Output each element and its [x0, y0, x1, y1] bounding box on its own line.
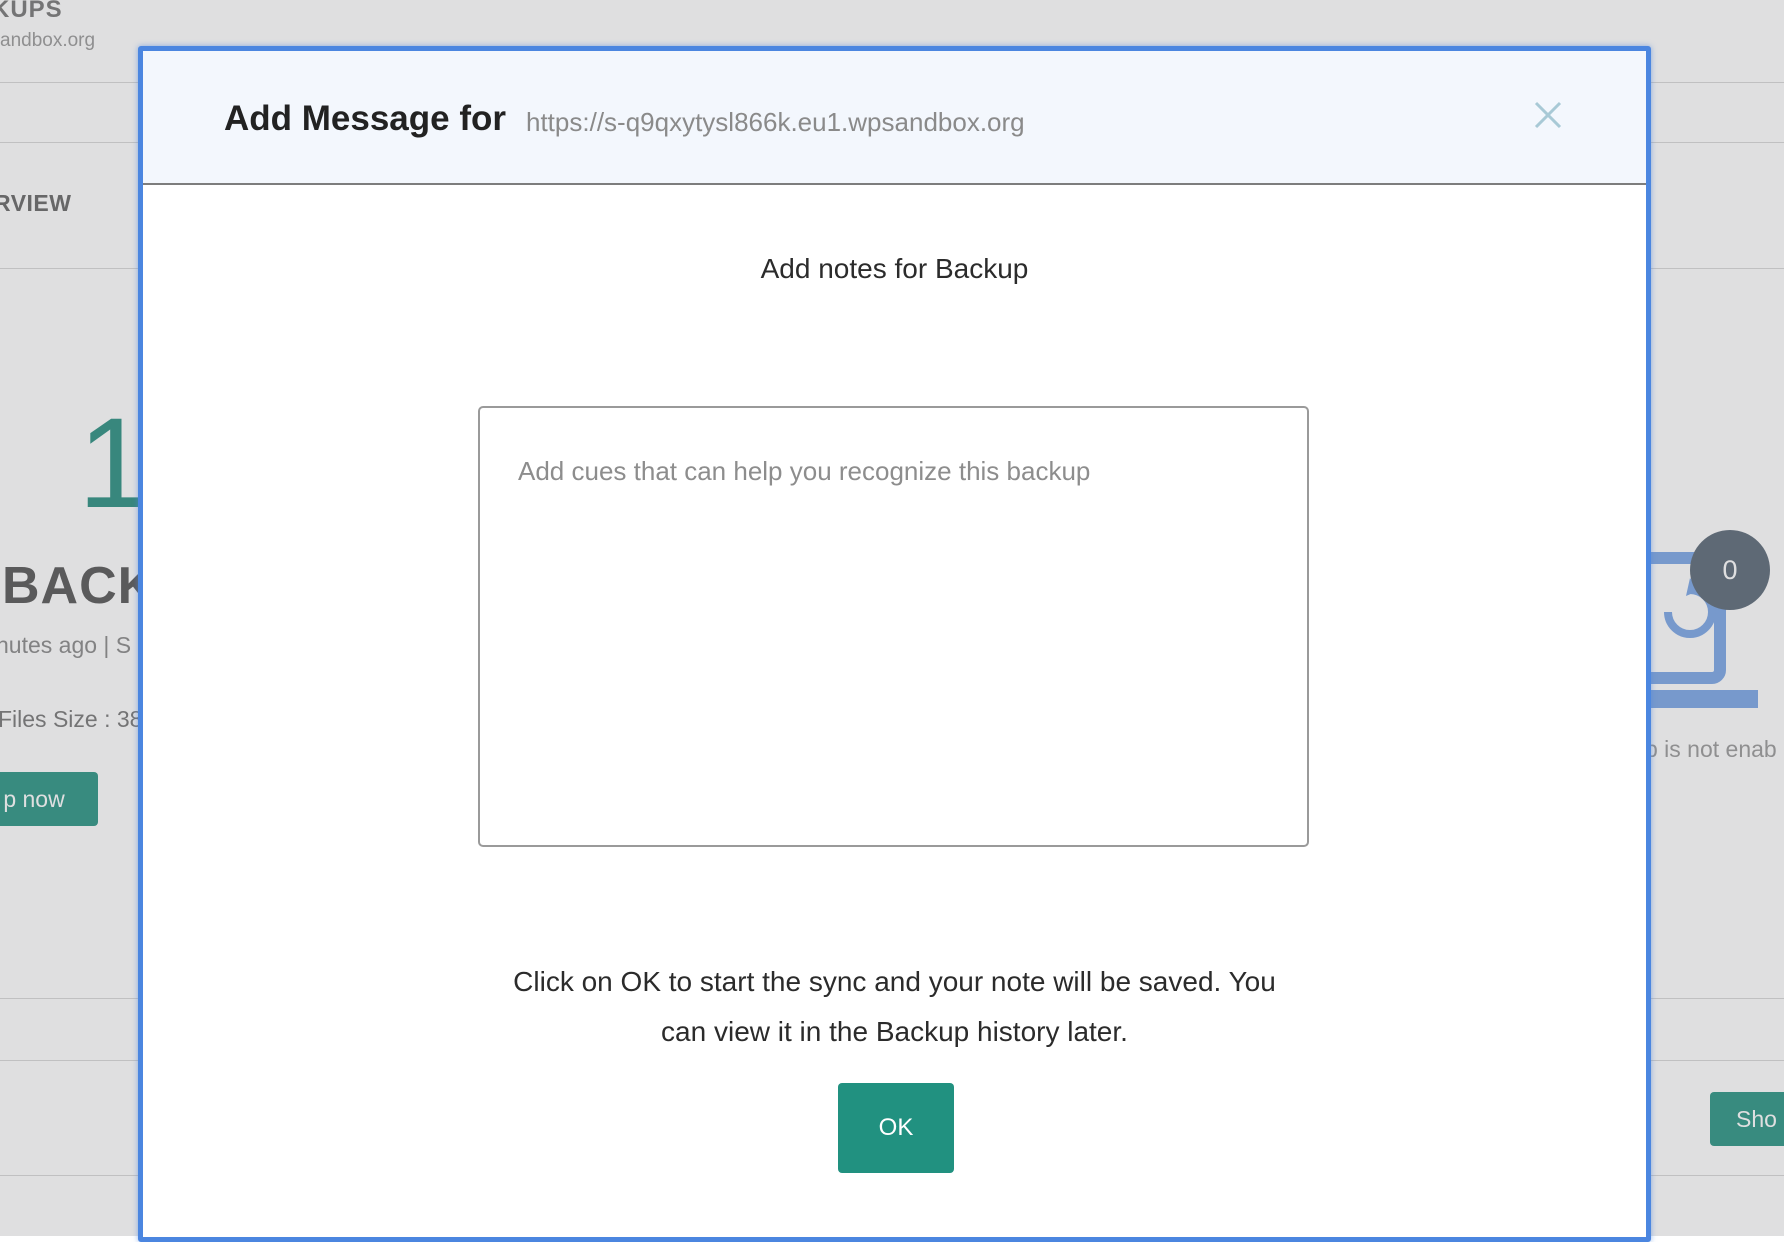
modal-subtitle: Add notes for Backup — [760, 253, 1029, 284]
site-url: https://s-q9qxytysl866k.eu1.wpsandbox.or… — [526, 107, 1025, 137]
close-button[interactable] — [1530, 97, 1566, 133]
modal-info-text: Click on OK to start the sync and your n… — [143, 957, 1646, 1057]
close-icon — [1534, 101, 1562, 129]
info-line-2: can view it in the Backup history later. — [661, 1016, 1128, 1047]
info-line-1: Click on OK to start the sync and your n… — [513, 966, 1276, 997]
add-message-modal: Add Message for https://s-q9qxytysl866k.… — [138, 46, 1651, 1242]
modal-title: Add Message for — [224, 99, 506, 138]
modal-header: Add Message for https://s-q9qxytysl866k.… — [143, 51, 1646, 185]
ok-button[interactable]: OK — [838, 1083, 954, 1173]
backup-notes-textarea[interactable] — [478, 406, 1309, 847]
